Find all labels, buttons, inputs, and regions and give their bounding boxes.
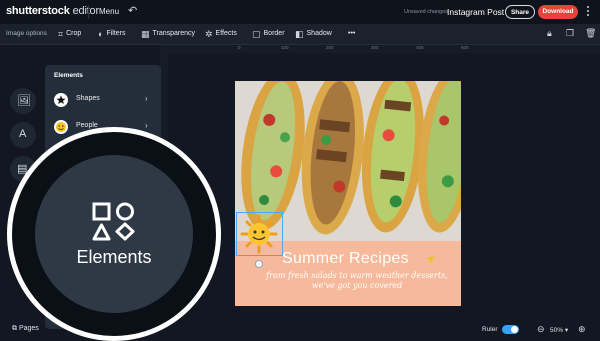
image-options-label: Image options: [6, 30, 47, 37]
unsaved-status: Unsaved changes: [404, 9, 449, 15]
list-item-shapes[interactable]: Shapes ›: [45, 91, 161, 109]
download-button[interactable]: Download: [538, 5, 578, 19]
photos-tab[interactable]: 🖼︎: [10, 88, 36, 114]
banner-title[interactable]: Summer Recipes: [282, 250, 409, 268]
zoom-out-icon[interactable]: ⊖: [537, 324, 545, 335]
undo-icon[interactable]: ↶: [128, 4, 137, 17]
trash-icon[interactable]: 🗑︎: [585, 28, 596, 39]
text-tab[interactable]: A: [10, 122, 36, 148]
duplicate-icon[interactable]: ❐: [566, 28, 574, 39]
border-button[interactable]: ▢ Border: [252, 28, 285, 40]
divider: [88, 5, 89, 19]
filters-button[interactable]: ◐ Filters: [98, 28, 126, 40]
design-canvas[interactable]: Summer Recipes from fresh salads to warm…: [235, 81, 461, 306]
triangle-shape[interactable]: [427, 257, 435, 263]
elements-button-enlarged[interactable]: Elements: [35, 155, 193, 313]
effects-icon: ✲: [205, 29, 213, 39]
transparency-icon: ▦: [141, 29, 150, 39]
crop-icon: ⌗: [58, 29, 64, 39]
panel-title: Elements: [54, 72, 83, 79]
shapes-icon: [92, 202, 135, 241]
crop-button[interactable]: ⌗ Crop: [58, 28, 81, 40]
pages-button[interactable]: ⧉ Pages: [12, 325, 39, 336]
zoom-in-icon[interactable]: ⊕: [578, 324, 586, 335]
effects-button[interactable]: ✲ Effects: [205, 28, 237, 40]
transparency-button[interactable]: ▦ Transparency: [141, 28, 195, 40]
star-icon: [54, 93, 68, 107]
more-icon[interactable]: •••: [348, 28, 355, 40]
image-options-bar: Image options ⌗ Crop ◐ Filters ▦ Transparen…: [0, 24, 600, 45]
sun-sticker[interactable]: [236, 212, 283, 256]
filters-icon: ◐: [98, 29, 104, 39]
ruler-label: Ruler: [482, 326, 498, 333]
shadow-button[interactable]: ◧ Shadow: [295, 28, 332, 40]
ruler-horizontal: 0 100 200 300 400 500: [168, 45, 600, 53]
chevron-right-icon: ›: [145, 121, 148, 130]
banner-subtitle[interactable]: from fresh salads to warm weather desser…: [259, 271, 455, 291]
pages-icon: ⧉: [12, 325, 19, 332]
text-icon: A: [19, 128, 27, 140]
zoom-level[interactable]: 50% ▾: [550, 326, 568, 334]
sun-icon: [240, 214, 278, 254]
ruler-toggle[interactable]: [502, 325, 519, 334]
border-icon: ▢: [252, 29, 261, 39]
rotate-handle[interactable]: [255, 260, 263, 268]
share-button[interactable]: Share: [505, 5, 535, 19]
logo[interactable]: shutterstock editor: [6, 5, 99, 17]
more-vertical-icon[interactable]: [584, 4, 592, 18]
image-icon: 🖼︎: [17, 95, 31, 107]
document-title[interactable]: Instagram Post: [447, 7, 504, 17]
emoji-icon: [54, 120, 68, 134]
elements-label: Elements: [76, 247, 152, 267]
shadow-icon: ◧: [295, 29, 304, 39]
lock-icon[interactable]: 🔒︎: [547, 28, 552, 39]
chevron-right-icon: ›: [145, 94, 148, 103]
menu-button[interactable]: Menu: [99, 7, 119, 16]
zoom-callout: Elements: [7, 127, 221, 341]
top-bar: shutterstock editor Menu ↶ Unsaved change…: [0, 0, 600, 25]
